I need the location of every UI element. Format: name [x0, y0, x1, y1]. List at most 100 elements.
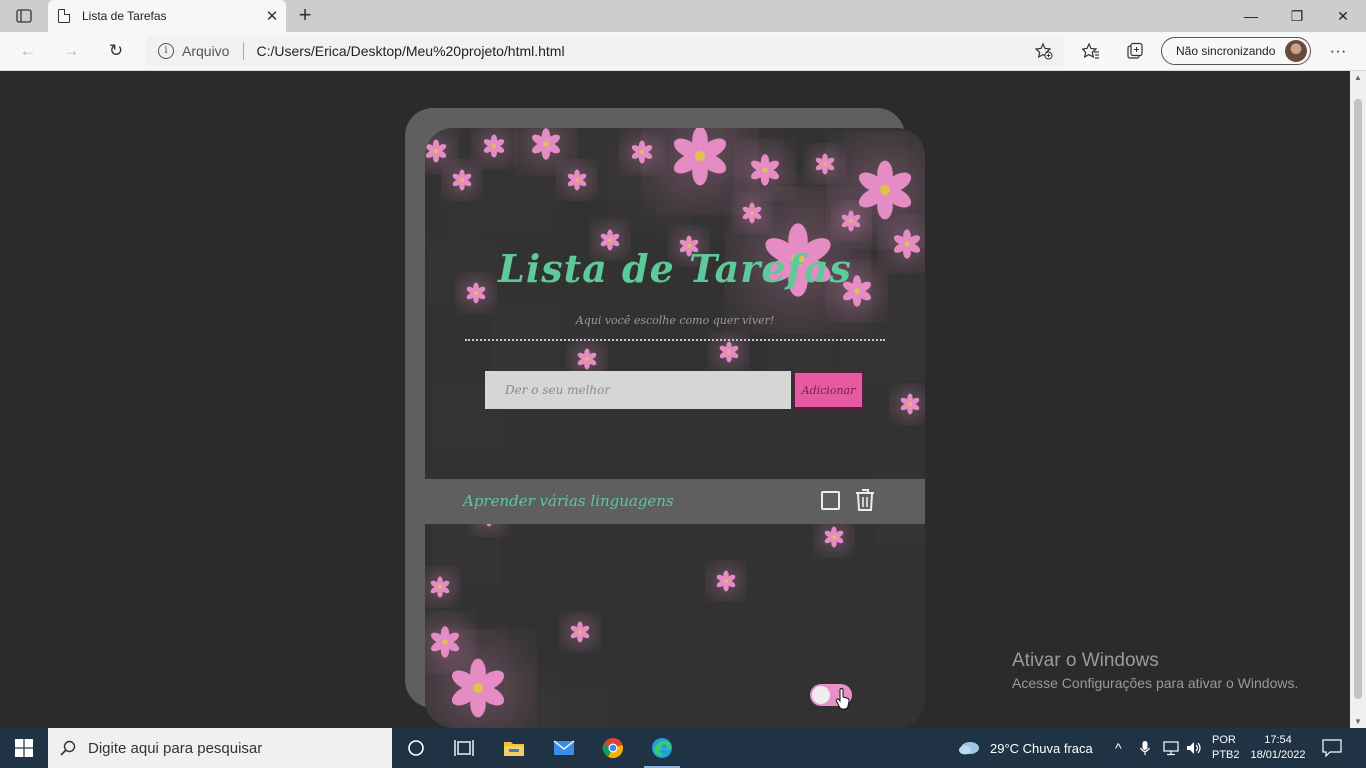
microphone-icon[interactable]: [1139, 728, 1151, 768]
address-protocol: Arquivo: [182, 43, 230, 59]
collections-icon[interactable]: [1121, 38, 1149, 64]
flower-decoration: [673, 191, 707, 225]
address-bar[interactable]: i Arquivo C:/Users/Erica/Desktop/Meu%20p…: [146, 36, 1064, 66]
clock-time: 17:54: [1264, 734, 1292, 746]
keyboard-layout: PTB2: [1212, 749, 1240, 761]
task-view-icon[interactable]: [440, 728, 488, 768]
app-subtitle: Aqui você escolhe como quer viver!: [575, 314, 775, 327]
flower-decoration: [741, 202, 763, 224]
notifications-icon[interactable]: [1322, 728, 1342, 768]
flower-decoration: [670, 128, 730, 186]
activation-message: Acesse Configurações para ativar o Windo…: [1012, 675, 1299, 691]
clock[interactable]: 17:54 18/01/2022: [1248, 728, 1308, 768]
app-title: Lista de Tarefas: [498, 246, 852, 291]
minimize-button[interactable]: —: [1228, 0, 1274, 32]
tab-title: Lista de Tarefas: [82, 9, 167, 23]
flower-decoration: [823, 526, 845, 548]
address-separator: [243, 42, 245, 60]
flower-decoration: [450, 536, 484, 570]
flower-decoration: [429, 576, 451, 598]
address-url[interactable]: C:/Users/Erica/Desktop/Meu%20projeto/htm…: [256, 43, 564, 59]
flower-decoration: [558, 708, 592, 728]
search-icon: [60, 740, 76, 756]
todo-card: Lista de Tarefas Aqui você escolhe como …: [425, 128, 925, 728]
scrollbar-thumb[interactable]: [1354, 99, 1362, 699]
file-explorer-icon[interactable]: [490, 728, 538, 768]
volume-icon[interactable]: [1186, 728, 1202, 768]
weather-text: 29°C Chuva fraca: [990, 740, 1093, 756]
windows-activation-notice: Ativar o Windows Acesse Configurações pa…: [1012, 650, 1298, 691]
flower-decoration: [855, 160, 915, 220]
cortana-icon[interactable]: [392, 728, 440, 768]
tab-actions-icon[interactable]: [10, 6, 38, 26]
restore-button[interactable]: ❐: [1274, 0, 1320, 32]
new-tab-button[interactable]: +: [292, 4, 318, 28]
flower-decoration: [630, 140, 654, 164]
forward-button[interactable]: →: [57, 38, 85, 64]
flower-decoration: [429, 626, 461, 658]
flower-decoration: [749, 154, 781, 186]
flower-decoration: [566, 169, 588, 191]
info-icon[interactable]: i: [158, 43, 174, 59]
flower-decoration: [530, 128, 562, 160]
flower-decoration: [803, 189, 837, 223]
flower-decoration: [451, 169, 473, 191]
task-row: Aprender várias linguagens: [425, 479, 925, 524]
flower-decoration: [726, 128, 764, 165]
sync-label: Não sincronizando: [1176, 44, 1276, 58]
flower-decoration: [510, 688, 544, 722]
flower-background: [425, 128, 925, 728]
page-icon: [58, 9, 70, 23]
favorites-icon[interactable]: [1077, 38, 1105, 64]
language-code: POR: [1212, 734, 1236, 746]
scroll-up-icon[interactable]: ▲: [1350, 73, 1366, 82]
flower-decoration: [451, 399, 485, 433]
flower-decoration: [591, 141, 629, 179]
window-close-button[interactable]: ✕: [1320, 0, 1366, 32]
page-viewport: Lista de Tarefas Aqui você escolhe como …: [0, 71, 1350, 728]
trash-icon[interactable]: [854, 488, 876, 512]
avatar: [1285, 40, 1307, 62]
page-scrollbar[interactable]: ▲ ▼: [1350, 71, 1366, 728]
refresh-button[interactable]: ↻: [102, 38, 130, 64]
browser-tab[interactable]: Lista de Tarefas ✕: [48, 0, 286, 32]
toggle-knob: [812, 686, 830, 704]
flower-decoration: [814, 153, 836, 175]
clock-date: 18/01/2022: [1250, 749, 1306, 761]
flower-decoration: [448, 658, 508, 718]
edge-icon[interactable]: [638, 728, 686, 768]
flower-decoration: [425, 139, 448, 163]
add-favorite-icon[interactable]: [1030, 38, 1058, 64]
windows-taskbar: Digite aqui para pesquisar 29°C Chuva fr…: [0, 728, 1366, 768]
cloud-rain-icon: [959, 742, 979, 755]
more-options-icon[interactable]: ···: [1324, 38, 1352, 64]
flower-decoration: [629, 167, 671, 209]
tray-expand-icon[interactable]: ^: [1115, 728, 1122, 768]
weather-widget[interactable]: 29°C Chuva fraca: [958, 728, 1093, 768]
language-indicator[interactable]: POR PTB2: [1212, 728, 1240, 768]
mail-icon[interactable]: [540, 728, 588, 768]
flower-decoration: [569, 621, 591, 643]
flower-decoration: [715, 570, 737, 592]
taskbar-search-box[interactable]: Digite aqui para pesquisar: [48, 728, 392, 768]
hand-cursor-icon: [835, 688, 850, 710]
windows-start-icon[interactable]: [0, 728, 48, 768]
network-icon[interactable]: [1162, 728, 1180, 768]
task-checkbox[interactable]: [821, 491, 840, 510]
task-text: Aprender várias linguagens: [463, 492, 674, 510]
tab-close-icon[interactable]: ✕: [258, 7, 286, 25]
flower-decoration: [899, 393, 921, 415]
activation-title: Ativar o Windows: [1012, 650, 1159, 671]
flower-decoration: [718, 341, 740, 363]
dotted-divider: [465, 339, 885, 341]
scroll-down-icon[interactable]: ▼: [1350, 717, 1366, 726]
profile-sync-button[interactable]: Não sincronizando: [1161, 37, 1311, 65]
chrome-icon[interactable]: [589, 728, 637, 768]
task-input[interactable]: [485, 371, 791, 409]
back-button[interactable]: ←: [14, 38, 42, 64]
flower-decoration: [576, 348, 598, 370]
add-task-button[interactable]: Adicionar: [793, 371, 864, 409]
browser-tab-bar: Lista de Tarefas ✕ + — ❐ ✕: [0, 0, 1366, 32]
browser-toolbar: ← → ↻ i Arquivo C:/Users/Erica/Desktop/M…: [0, 32, 1366, 71]
flower-decoration: [766, 189, 804, 227]
